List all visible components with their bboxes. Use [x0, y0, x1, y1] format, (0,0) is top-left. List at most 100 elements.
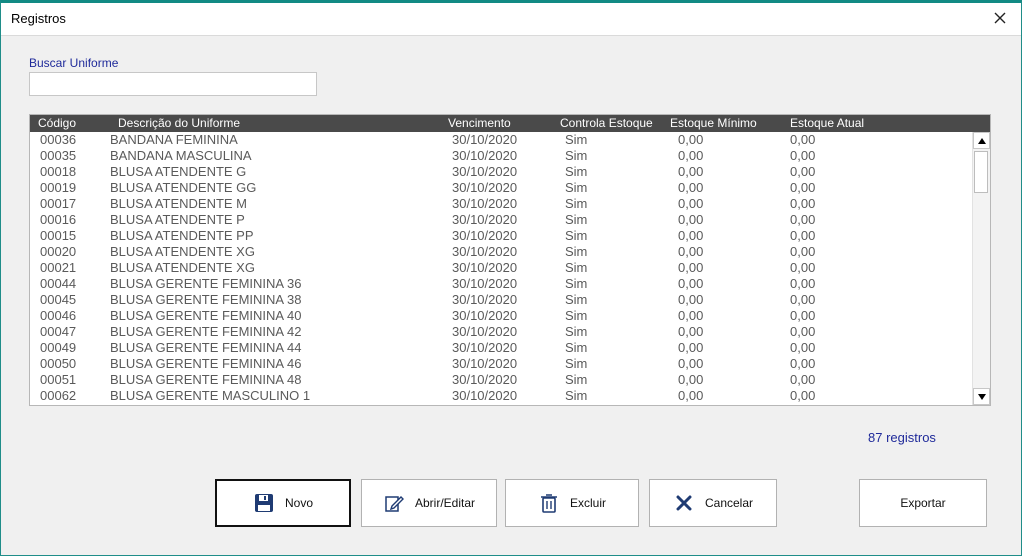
- cell-codigo: 00035: [40, 148, 77, 163]
- table-row[interactable]: 00017 BLUSA ATENDENTE M 30/10/2020 Sim 0,00 0…: [30, 196, 973, 212]
- table-row[interactable]: 00019 BLUSA ATENDENTE GG 30/10/2020 Sim 0,00…: [30, 180, 973, 196]
- search-input[interactable]: [29, 72, 317, 96]
- cell-controla-estoque: Sim: [565, 356, 588, 371]
- header-estoque-minimo: Estoque Mínimo: [670, 116, 757, 130]
- cell-descricao: BLUSA GERENTE FEMININA 38: [110, 292, 302, 307]
- cell-codigo: 00047: [40, 324, 77, 339]
- cell-descricao: BLUSA GERENTE FEMININA 36: [110, 276, 302, 291]
- table-row[interactable]: 00021 BLUSA ATENDENTE XG 30/10/2020 Sim 0,00…: [30, 260, 973, 276]
- vertical-scrollbar[interactable]: [972, 132, 990, 405]
- cell-estoque-minimo: 0,00: [678, 308, 704, 323]
- cell-descricao: BLUSA GERENTE FEMININA 46: [110, 356, 302, 371]
- cell-controla-estoque: Sim: [565, 212, 588, 227]
- table-row[interactable]: 00045 BLUSA GERENTE FEMININA 38 30/10/2020…: [30, 292, 973, 308]
- triangle-down-icon: [977, 393, 986, 400]
- cell-codigo: 00017: [40, 196, 77, 211]
- table-row[interactable]: 00062 BLUSA GERENTE MASCULINO 1 30/10/2020…: [30, 388, 973, 404]
- cell-codigo: 00021: [40, 260, 77, 275]
- cell-estoque-atual: 0,00: [790, 292, 816, 307]
- cell-codigo: 00019: [40, 180, 77, 195]
- exportar-label: Exportar: [900, 496, 946, 510]
- cell-descricao: BLUSA ATENDENTE G: [110, 164, 247, 179]
- scroll-thumb[interactable]: [974, 151, 988, 193]
- list-header: Código Descrição do Uniforme Vencimento …: [30, 115, 990, 132]
- cell-codigo: 00051: [40, 372, 77, 387]
- exportar-button[interactable]: Exportar: [859, 479, 987, 527]
- header-estoque-atual: Estoque Atual: [790, 116, 865, 130]
- cell-controla-estoque: Sim: [565, 132, 588, 147]
- pencil-edit-icon: [383, 492, 405, 514]
- table-row[interactable]: 00047 BLUSA GERENTE FEMININA 42 30/10/2020…: [30, 324, 973, 340]
- cell-estoque-minimo: 0,00: [678, 228, 704, 243]
- table-row[interactable]: 00050 BLUSA GERENTE FEMININA 46 30/10/2020…: [30, 356, 973, 372]
- scroll-down-button[interactable]: [973, 388, 990, 405]
- cancelar-label: Cancelar: [704, 496, 754, 510]
- table-row[interactable]: 00015 BLUSA ATENDENTE PP 30/10/2020 Sim 0,00…: [30, 228, 973, 244]
- table-row[interactable]: 00018 BLUSA ATENDENTE G 30/10/2020 Sim 0,00 0…: [30, 164, 973, 180]
- header-descricao: Descrição do Uniforme: [118, 116, 241, 130]
- cell-controla-estoque: Sim: [565, 324, 588, 339]
- cell-estoque-minimo: 0,00: [678, 148, 704, 163]
- cell-estoque-minimo: 0,00: [678, 244, 704, 259]
- cell-controla-estoque: Sim: [565, 372, 588, 387]
- uniform-list[interactable]: Código Descrição do Uniforme Vencimento …: [29, 114, 991, 406]
- table-row[interactable]: 00044 BLUSA GERENTE FEMININA 36 30/10/2020…: [30, 276, 973, 292]
- cell-estoque-minimo: 0,00: [678, 388, 704, 403]
- cell-controla-estoque: Sim: [565, 340, 588, 355]
- cell-estoque-minimo: 0,00: [678, 164, 704, 179]
- record-count: 87 registros: [868, 430, 936, 445]
- table-row[interactable]: 00020 BLUSA ATENDENTE XG 30/10/2020 Sim 0,00…: [30, 244, 973, 260]
- cell-estoque-atual: 0,00: [790, 148, 816, 163]
- cell-estoque-minimo: 0,00: [678, 324, 704, 339]
- cell-vencimento: 30/10/2020: [452, 180, 518, 195]
- cell-estoque-atual: 0,00: [790, 244, 816, 259]
- cell-codigo: 00045: [40, 292, 77, 307]
- header-codigo: Código: [38, 116, 77, 130]
- novo-button[interactable]: Novo: [215, 479, 351, 527]
- cell-estoque-minimo: 0,00: [678, 356, 704, 371]
- scroll-up-button[interactable]: [973, 132, 990, 149]
- cell-controla-estoque: Sim: [565, 388, 588, 403]
- cancelar-button[interactable]: Cancelar: [649, 479, 777, 527]
- abrir-editar-button[interactable]: Abrir/Editar: [361, 479, 497, 527]
- cell-vencimento: 30/10/2020: [452, 388, 518, 403]
- cell-codigo: 00049: [40, 340, 77, 355]
- cell-estoque-atual: 0,00: [790, 260, 816, 275]
- cell-descricao: BANDANA FEMININA: [110, 132, 238, 147]
- cell-estoque-minimo: 0,00: [678, 292, 704, 307]
- close-button[interactable]: [989, 7, 1011, 29]
- cell-controla-estoque: Sim: [565, 196, 588, 211]
- cell-descricao: BANDANA MASCULINA: [110, 148, 252, 163]
- cell-estoque-minimo: 0,00: [678, 132, 704, 147]
- cell-vencimento: 30/10/2020: [452, 260, 518, 275]
- cell-vencimento: 30/10/2020: [452, 132, 518, 147]
- cell-estoque-atual: 0,00: [790, 324, 816, 339]
- cell-codigo: 00050: [40, 356, 77, 371]
- cell-vencimento: 30/10/2020: [452, 244, 518, 259]
- cell-estoque-atual: 0,00: [790, 308, 816, 323]
- cell-vencimento: 30/10/2020: [452, 356, 518, 371]
- cell-descricao: BLUSA GERENTE FEMININA 42: [110, 324, 302, 339]
- novo-label: Novo: [284, 496, 313, 510]
- cell-estoque-minimo: 0,00: [678, 340, 704, 355]
- cell-codigo: 00020: [40, 244, 77, 259]
- cell-codigo: 00044: [40, 276, 77, 291]
- excluir-label: Excluir: [569, 496, 606, 510]
- excluir-button[interactable]: Excluir: [505, 479, 639, 527]
- cell-descricao: BLUSA GERENTE FEMININA 48: [110, 372, 302, 387]
- table-row[interactable]: 00035 BANDANA MASCULINA 30/10/2020 Sim 0,00 0…: [30, 148, 973, 164]
- table-row[interactable]: 00049 BLUSA GERENTE FEMININA 44 30/10/2020…: [30, 340, 973, 356]
- cell-codigo: 00062: [40, 388, 77, 403]
- cell-controla-estoque: Sim: [565, 260, 588, 275]
- x-cancel-icon: [673, 492, 695, 514]
- cell-controla-estoque: Sim: [565, 276, 588, 291]
- table-row[interactable]: 00051 BLUSA GERENTE FEMININA 48 30/10/2020…: [30, 372, 973, 388]
- cell-vencimento: 30/10/2020: [452, 340, 518, 355]
- close-icon: [994, 12, 1006, 24]
- cell-codigo: 00015: [40, 228, 77, 243]
- table-row[interactable]: 00046 BLUSA GERENTE FEMININA 40 30/10/2020…: [30, 308, 973, 324]
- table-row[interactable]: 00036 BANDANA FEMININA 30/10/2020 Sim 0,00 0,…: [30, 132, 973, 148]
- table-row[interactable]: 00016 BLUSA ATENDENTE P 30/10/2020 Sim 0,00 0…: [30, 212, 973, 228]
- cell-estoque-minimo: 0,00: [678, 196, 704, 211]
- cell-descricao: BLUSA GERENTE MASCULINO 1: [110, 388, 311, 403]
